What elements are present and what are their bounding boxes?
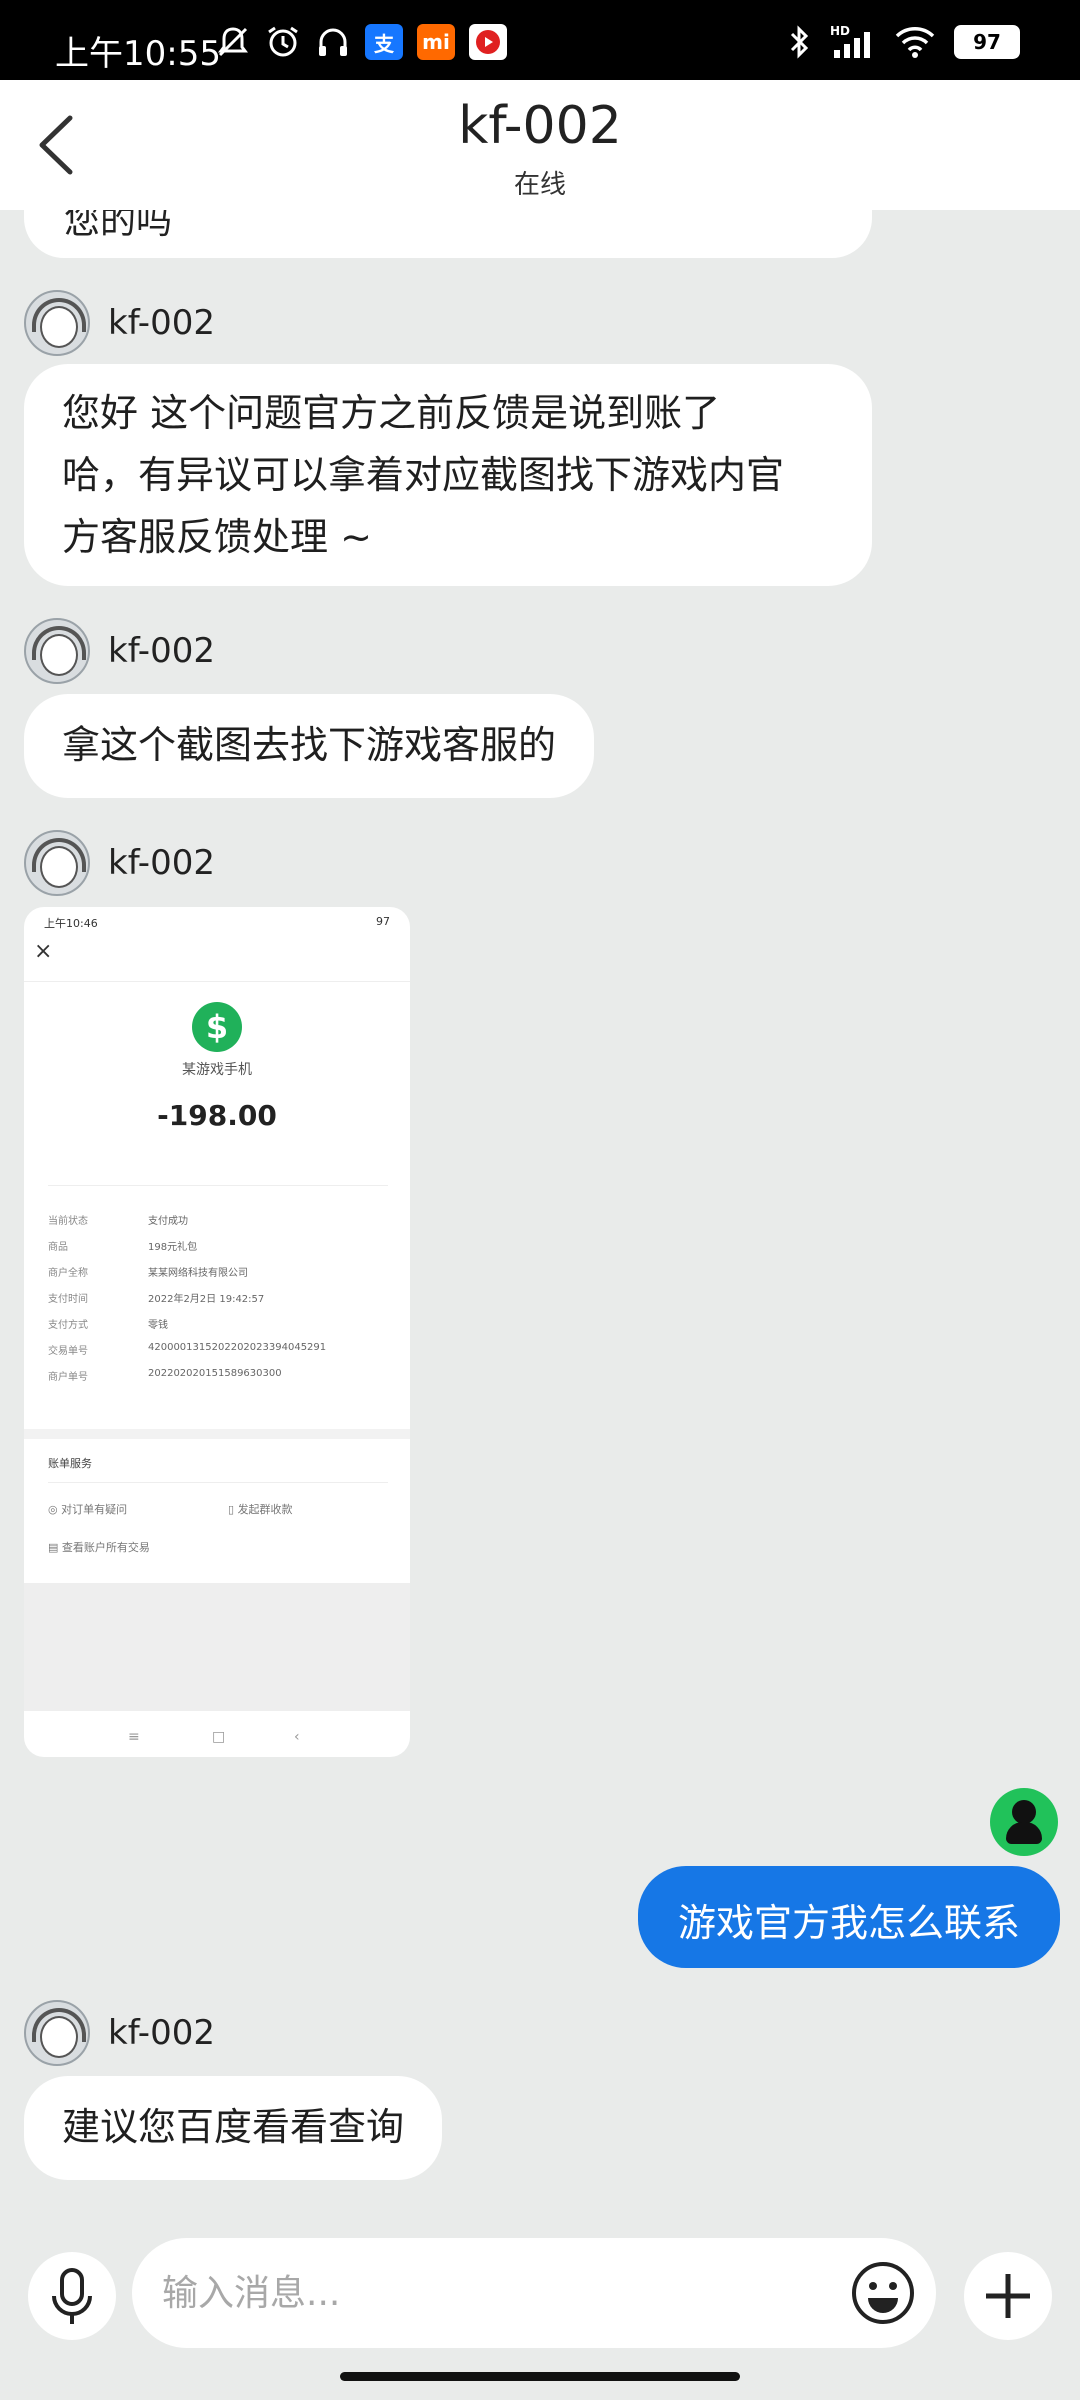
receipt-section-title: 账单服务 <box>48 1457 92 1470</box>
receipt-blank-area <box>24 1583 410 1711</box>
mute-bell-icon <box>218 27 248 57</box>
plus-icon <box>986 2274 1030 2318</box>
message-sender: kf-002 <box>24 290 215 356</box>
agent-avatar[interactable] <box>24 290 90 356</box>
video-app-icon <box>469 24 507 60</box>
receipt-key: 交易单号 <box>48 1346 88 1357</box>
receipt-value: 某某网络科技有限公司 <box>148 1268 248 1279</box>
receipt-row: 支付时间 2022年2月2日 19:42:57 <box>48 1290 388 1305</box>
mi-icon: mi <box>417 24 455 60</box>
battery-icon: 97 <box>954 25 1020 59</box>
receipt-status-battery: 97 <box>376 915 390 928</box>
user-avatar[interactable] <box>990 1788 1058 1856</box>
receipt-option: ▤ 查看账户所有交易 <box>48 1539 150 1555</box>
status-right-icons: HD 97 <box>786 24 1020 60</box>
receipt-option-label: 对订单有疑问 <box>61 1503 128 1516</box>
sender-name: kf-002 <box>108 843 215 883</box>
receipt-key: 商品 <box>48 1242 68 1253</box>
alarm-icon <box>268 26 298 57</box>
message-text: 游戏官方我怎么联系 <box>677 1901 1020 1945</box>
receipt-key: 当前状态 <box>48 1216 88 1227</box>
home-icon: □ <box>212 1729 226 1745</box>
message-sender: kf-002 <box>24 830 215 896</box>
back-icon: ‹ <box>294 1729 300 1745</box>
status-notification-icons: 支 mi <box>215 24 507 60</box>
receipt-amount: -198.00 <box>157 1099 277 1132</box>
question-icon: ◎ <box>48 1503 62 1516</box>
list-icon: ▤ <box>48 1541 62 1554</box>
chat-header: kf-002 在线 <box>0 80 1080 210</box>
divider <box>48 1482 388 1483</box>
divider <box>24 981 410 982</box>
message-sender: kf-002 <box>24 2000 215 2066</box>
receipt-row: 交易单号 4200001315202202023394045291 <box>48 1342 388 1357</box>
message-line: 方客服反馈处理 ~ <box>62 515 372 559</box>
receipt-status-bar: 上午10:46 97 <box>24 907 410 935</box>
status-bar: 上午10:55 支 mi HD 97 <box>0 0 1080 80</box>
agent-avatar[interactable] <box>24 830 90 896</box>
message-bubble[interactable]: 建议您百度看看查询 <box>24 2076 443 2180</box>
receipt-key: 支付方式 <box>48 1320 88 1331</box>
receipt-value: 2022年2月2日 19:42:57 <box>148 1294 265 1305</box>
agent-avatar[interactable] <box>24 618 90 684</box>
receipt-row: 商户单号 202202020151589630300 <box>48 1368 388 1383</box>
message-text: 建议您百度看看查询 <box>62 2105 405 2149</box>
sender-name: kf-002 <box>108 2013 215 2053</box>
mic-icon <box>52 2268 92 2324</box>
receipt-row: 支付方式 零钱 <box>48 1316 388 1331</box>
receipt-status-time: 上午10:46 <box>44 917 98 930</box>
bluetooth-icon <box>790 25 809 59</box>
receipt-key: 支付时间 <box>48 1294 88 1305</box>
receipt-close-icon: × <box>34 939 53 964</box>
status-time: 上午10:55 <box>55 34 221 74</box>
online-status: 在线 <box>513 170 566 200</box>
more-button[interactable] <box>964 2252 1052 2340</box>
receipt-value: 202202020151589630300 <box>148 1368 282 1379</box>
receipt-value: 4200001315202202023394045291 <box>148 1342 327 1353</box>
receipt-value: 198元礼包 <box>148 1242 198 1253</box>
image-message-receipt[interactable]: 上午10:46 97 × $ 某游戏手机 -198.00 当前状态 支付成功 商品… <box>24 907 410 1757</box>
sender-name: kf-002 <box>108 631 215 671</box>
menu-icon: ≡ <box>128 1729 140 1745</box>
receipt-row: 商品 198元礼包 <box>48 1238 388 1253</box>
message-input[interactable] <box>132 2238 936 2348</box>
receipt-option-label: 发起群收款 <box>237 1503 293 1516</box>
alipay-icon: 支 <box>365 24 403 60</box>
receipt-key: 商户全称 <box>48 1268 88 1279</box>
receipt-row: 商户全称 某某网络科技有限公司 <box>48 1264 388 1279</box>
receipt-value: 支付成功 <box>148 1216 188 1227</box>
message-text: 拿这个截图去找下游戏客服的 <box>62 723 557 767</box>
hd-label: HD <box>830 24 851 38</box>
battery-level: 97 <box>973 30 1001 54</box>
voice-button[interactable] <box>28 2252 116 2340</box>
my-message-bubble[interactable]: 游戏官方我怎么联系 <box>637 1866 1060 1968</box>
emoji-icon[interactable] <box>850 2260 916 2326</box>
receipt-option: ▯ 发起群收款 <box>228 1501 293 1517</box>
receipt-key: 商户单号 <box>48 1372 88 1383</box>
receipt-row: 当前状态 支付成功 <box>48 1212 388 1227</box>
message-bubble[interactable]: 您好 这个问题官方之前反馈是说到账了 哈，有异议可以拿着对应截图找下游戏内官 方… <box>24 364 872 586</box>
receipt-option-label: 查看账户所有交易 <box>61 1541 150 1554</box>
divider <box>24 1429 410 1439</box>
message-line: 您好 这个问题官方之前反馈是说到账了 <box>62 391 721 435</box>
headphones-icon <box>319 28 347 56</box>
wechat-pay-icon: $ <box>192 1002 242 1052</box>
chat-title: kf-002 <box>458 96 622 156</box>
wifi-icon <box>895 27 935 58</box>
hd-signal-icon: HD <box>830 24 876 60</box>
sender-name: kf-002 <box>108 303 215 343</box>
agent-avatar[interactable] <box>24 2000 90 2066</box>
receipt-merchant: 某游戏手机 <box>182 1062 252 1078</box>
message-sender: kf-002 <box>24 618 215 684</box>
receipt-option: ◎ 对订单有疑问 <box>48 1501 127 1517</box>
message-line: 哈，有异议可以拿着对应截图找下游戏内官 <box>62 453 785 497</box>
divider <box>48 1185 388 1186</box>
message-bubble[interactable]: 拿这个截图去找下游戏客服的 <box>24 694 595 798</box>
home-indicator[interactable] <box>340 2372 740 2381</box>
group-icon: ▯ <box>228 1503 238 1516</box>
receipt-value: 零钱 <box>148 1320 168 1331</box>
